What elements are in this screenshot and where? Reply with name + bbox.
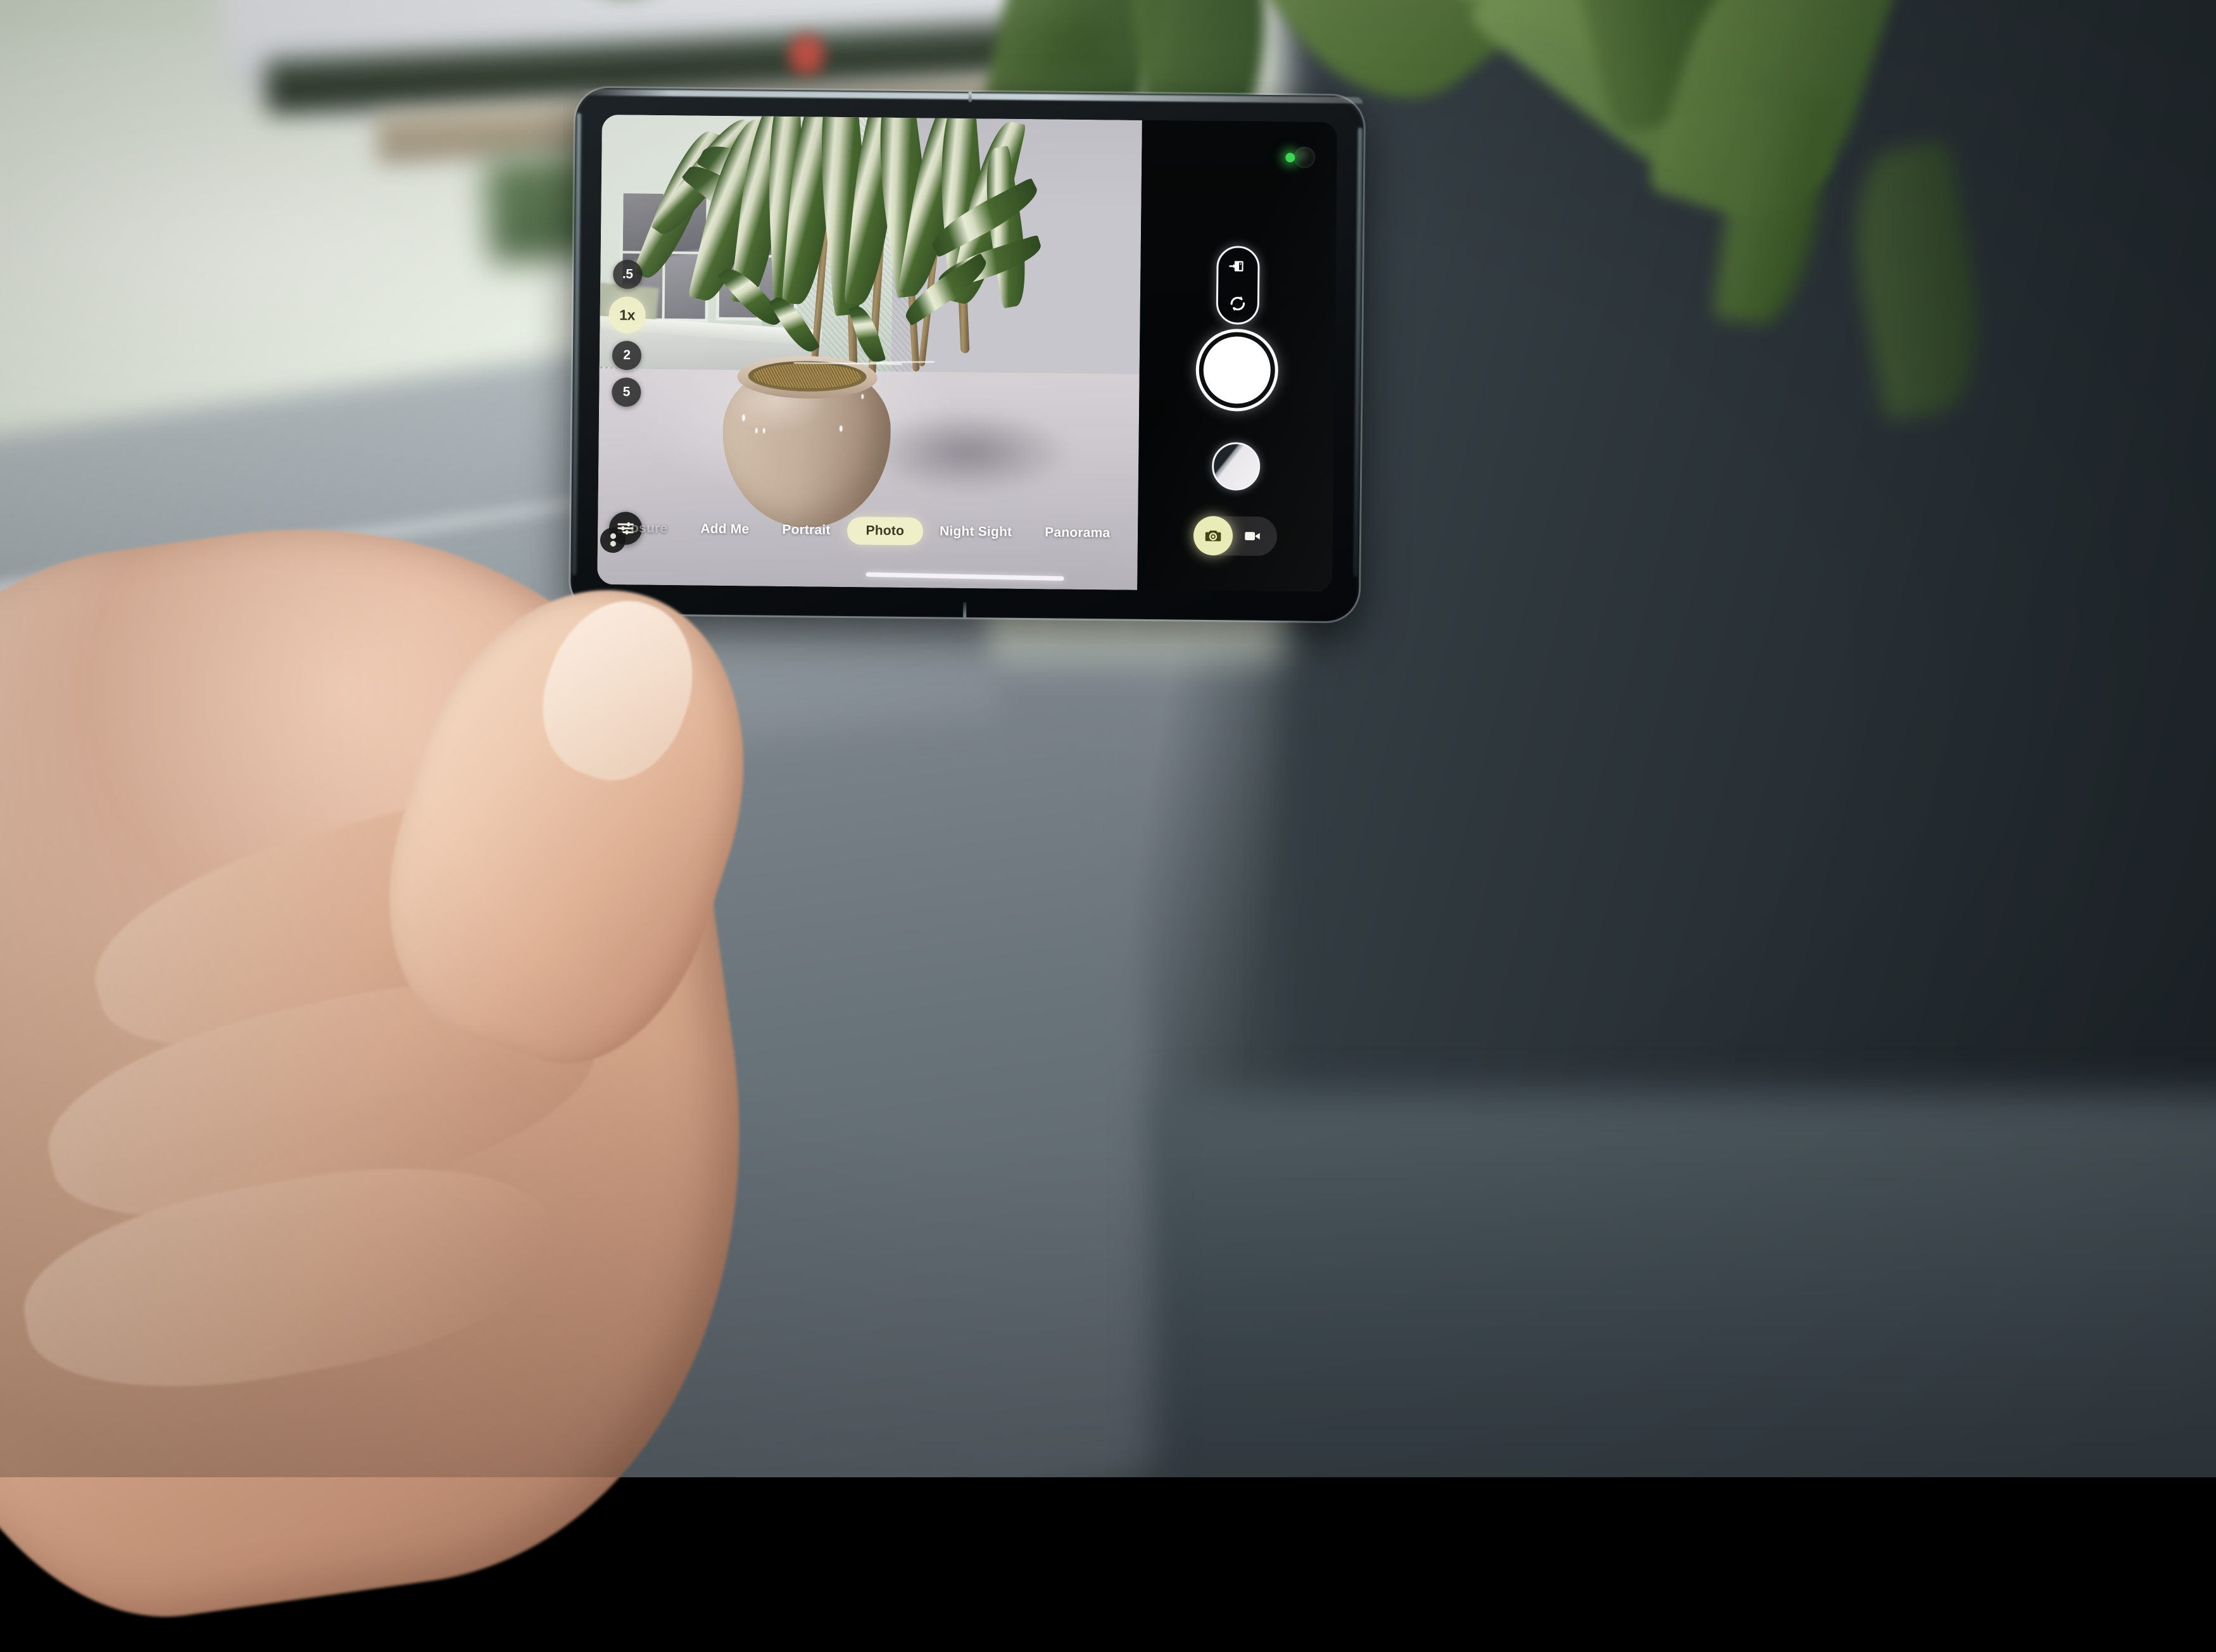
camera-icon xyxy=(1204,526,1223,545)
move-to-other-screen-icon[interactable] xyxy=(1228,256,1247,275)
zoom-option-label: 5 xyxy=(623,384,631,400)
toggle-photo-mode[interactable] xyxy=(1193,515,1233,555)
zoom-level-rail[interactable]: .5 1x 2 5 xyxy=(608,260,646,407)
zoom-option-0.5x[interactable]: .5 xyxy=(613,260,642,289)
hinge-seam-bottom xyxy=(963,602,966,617)
photo-video-toggle[interactable] xyxy=(1193,515,1278,555)
zoom-option-label: 1x xyxy=(619,306,635,324)
mode-add-me[interactable]: Add Me xyxy=(684,521,765,537)
mode-carousel[interactable]: osure Add Me Portrait Photo Night Sight … xyxy=(598,509,995,552)
pot-highlight xyxy=(861,394,864,399)
gallery-preview-thumbnail[interactable] xyxy=(1212,442,1261,491)
background-floor xyxy=(0,703,1189,1477)
mode-long-exposure[interactable]: osure xyxy=(631,520,684,536)
mode-night-sight[interactable]: Night Sight xyxy=(923,524,1028,540)
viewfinder-pot-shadow xyxy=(868,390,1118,515)
mode-photo[interactable]: Photo xyxy=(847,517,923,545)
foldable-phone: .5 1x 2 5 xyxy=(570,88,1364,622)
inner-display: .5 1x 2 5 xyxy=(597,115,1337,592)
zoom-option-label: 2 xyxy=(623,348,631,363)
zoom-option-2x[interactable]: 2 xyxy=(612,341,641,370)
occluded-left-control[interactable] xyxy=(600,527,626,552)
zoom-option-1x[interactable]: 1x xyxy=(608,296,646,334)
camera-viewfinder[interactable]: .5 1x 2 5 xyxy=(597,115,1142,590)
video-camera-icon xyxy=(1243,526,1262,545)
camera-control-rail xyxy=(1137,120,1337,592)
mode-portrait[interactable]: Portrait xyxy=(765,522,847,538)
hinge-seam-top xyxy=(968,92,971,102)
flip-camera-icon[interactable] xyxy=(1228,294,1247,313)
zoom-option-label: .5 xyxy=(622,267,633,282)
mode-list[interactable]: osure Add Me Portrait Photo Night Sight … xyxy=(647,509,995,551)
background-wall-floor xyxy=(1152,1093,2216,1477)
pot-highlight xyxy=(762,427,765,433)
occluded-control-dot xyxy=(610,541,615,546)
front-camera-punchhole xyxy=(1294,146,1315,168)
occluded-control-dot xyxy=(610,533,615,539)
pot-highlight xyxy=(839,426,842,432)
mode-panorama[interactable]: Panorama xyxy=(1028,525,1126,541)
camera-active-privacy-indicator xyxy=(1285,153,1295,162)
toggle-video-mode[interactable] xyxy=(1233,516,1273,556)
background-red-marker xyxy=(789,34,824,75)
shutter-button[interactable] xyxy=(1199,332,1275,408)
camera-switch-pill[interactable] xyxy=(1216,246,1260,325)
stray-hair xyxy=(870,361,935,363)
zoom-option-5x[interactable]: 5 xyxy=(612,377,641,407)
